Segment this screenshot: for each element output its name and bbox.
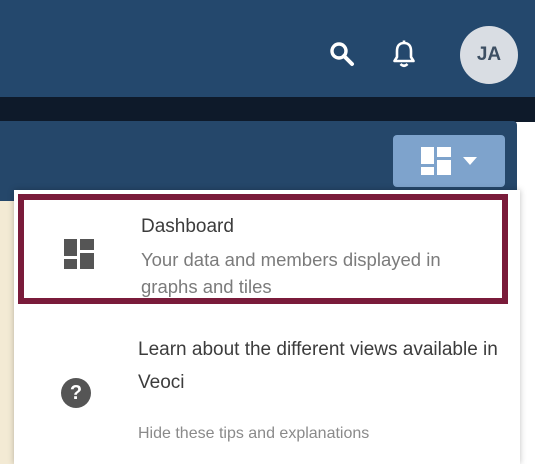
caret-down-icon	[463, 157, 477, 165]
dashboard-option-title: Dashboard	[141, 216, 234, 237]
dashboard-layout-icon	[421, 147, 451, 175]
background-content-edge	[0, 201, 14, 464]
search-button[interactable]	[324, 36, 360, 72]
dashboard-layout-icon	[64, 239, 94, 269]
hide-tips-link[interactable]: Hide these tips and explanations	[138, 425, 369, 443]
dashboard-option-description: Your data and members displayed in graph…	[141, 249, 441, 297]
learn-views-text: Learn about the different views availabl…	[138, 339, 498, 393]
search-icon	[330, 42, 354, 66]
nav-divider	[0, 97, 535, 122]
dashboard-view-option[interactable]: Dashboard Your data and members displaye…	[18, 194, 508, 304]
user-avatar[interactable]: JA	[460, 26, 518, 84]
bell-icon	[393, 40, 415, 68]
view-switcher-button[interactable]	[393, 135, 505, 187]
view-options-dropdown: Dashboard Your data and members displaye…	[14, 190, 520, 464]
question-circle-icon: ?	[61, 378, 91, 408]
notifications-button[interactable]	[386, 36, 422, 72]
top-nav-bar	[0, 0, 535, 97]
